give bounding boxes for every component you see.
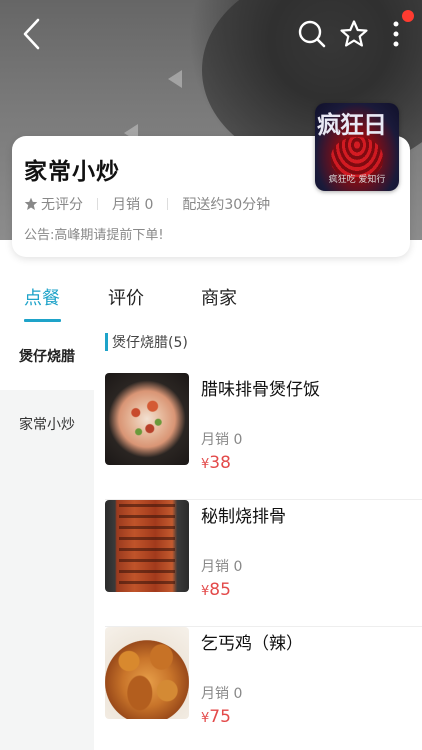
more-button[interactable] [378,16,414,52]
shop-page: 家常小炒 无评分 月销 0 配送约30分钟 公告:高峰期请提前下单! 疯狂日 疯… [0,0,422,750]
dish-sales: 月销 0 [201,559,243,575]
price-value: 75 [209,707,231,727]
back-button[interactable] [14,16,50,52]
dish-image [105,627,189,719]
sidebar-item-claypot[interactable]: 煲仔烧腊 [0,322,94,390]
menu-item[interactable]: 腊味排骨煲仔饭 月销 0 ¥38 [105,373,422,500]
divider [167,198,169,210]
dish-price: ¥85 [201,580,231,600]
logo-text: 疯狂日 [317,110,387,139]
divider [97,198,98,210]
shop-meta: 无评分 月销 0 配送约30分钟 [24,194,270,214]
category-sidebar: 煲仔烧腊 家常小炒 [0,322,94,750]
dish-title: 秘制烧排骨 [201,507,286,527]
dish-sales: 月销 0 [201,686,243,702]
more-vertical-icon [393,21,399,47]
tab-merchant[interactable]: 商家 [201,284,237,310]
favorite-button[interactable] [336,16,372,52]
shop-logo: 疯狂日 疯狂吃 爱知行 [315,103,399,191]
section-title: 煲仔烧腊(5) [112,335,188,351]
star-icon [24,197,38,211]
logo-subtext: 疯狂吃 爱知行 [328,175,386,185]
shop-name: 家常小炒 [24,159,120,185]
search-icon [298,20,326,48]
dish-sales: 月销 0 [201,432,243,448]
dish-title: 乞丐鸡（辣） [201,634,303,654]
dish-title: 腊味排骨煲仔饭 [201,380,320,400]
sidebar-item-stirfry[interactable]: 家常小炒 [0,390,94,458]
menu-item[interactable]: 乞丐鸡（辣） 月销 0 ¥75 [105,627,422,750]
dish-price: ¥38 [201,453,231,473]
monthly-sales: 月销 0 [112,197,154,213]
dish-image [105,500,189,592]
price-value: 85 [209,580,231,600]
section-header: 煲仔烧腊(5) [105,333,188,351]
star-outline-icon [340,20,368,47]
dish-image [105,373,189,465]
price-value: 38 [209,453,231,473]
section-marker [105,333,108,351]
tab-reviews[interactable]: 评价 [108,284,144,310]
banner-decoration [168,70,182,88]
search-button[interactable] [294,16,330,52]
back-arrow-icon [23,18,40,50]
tab-bar: 点餐 评价 商家 [0,272,422,322]
shop-notice: 公告:高峰期请提前下单! [24,228,164,243]
menu-item[interactable]: 秘制烧排骨 月销 0 ¥85 [105,500,422,627]
logo-graphic [331,137,383,177]
delivery-time: 配送约30分钟 [182,197,271,213]
tab-order[interactable]: 点餐 [24,284,60,310]
dish-price: ¥75 [201,707,231,727]
rating-text: 无评分 [41,197,83,213]
